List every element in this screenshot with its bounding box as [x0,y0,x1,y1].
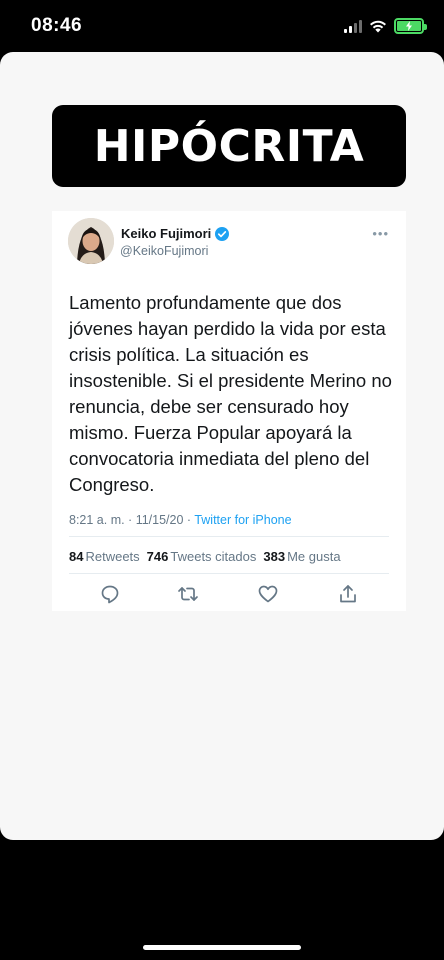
like-icon [258,585,278,603]
retweets-count: 84 [69,549,84,564]
battery-fill [397,21,421,31]
reply-icon [101,585,119,604]
author-name[interactable]: Keiko Fujimori [121,226,230,241]
quotes-count: 746 [146,549,169,564]
tweet-actions [52,583,406,607]
retweets-label: Retweets [85,549,140,564]
retweet-icon [178,587,198,601]
tweet-meta: 8:21 a. m. · 11/15/20 · Twitter for iPho… [69,513,292,527]
share-button[interactable] [337,583,359,605]
tweet-text: Lamento profundamente que dos jóvenes ha… [69,292,392,495]
tweet-card[interactable]: Keiko Fujimori @KeikoFujimori ••• Lament… [52,211,406,611]
quotes-label: Tweets citados [170,549,257,564]
headline-banner: HIPÓCRITA [52,105,406,187]
signal-icon [344,19,362,33]
avatar[interactable] [68,218,114,264]
likes-label: Me gusta [287,549,341,564]
reply-button[interactable] [99,583,121,605]
avatar-photo [68,218,114,264]
status-time: 08:46 [31,15,83,36]
author-name-text: Keiko Fujimori [121,226,212,241]
likes-count: 383 [263,549,286,564]
more-options-icon[interactable]: ••• [372,226,389,241]
divider [69,573,389,574]
wifi-icon [370,20,386,33]
battery-icon [394,18,427,34]
author-handle[interactable]: @KeikoFujimori [120,244,208,258]
home-indicator[interactable] [143,945,301,950]
divider [69,536,389,537]
charging-bolt-icon [406,21,412,31]
share-icon [340,585,356,603]
status-icons [344,17,427,35]
retweet-button[interactable] [177,583,199,605]
headline-text: HIPÓCRITA [93,120,365,172]
stats-row: 84 Retweets 746 Tweets citados 383 Me gusta [69,549,341,564]
likes-stat[interactable]: 383 Me gusta [263,549,340,564]
status-bar: 08:46 [0,0,444,52]
tweet-source-link[interactable]: Twitter for iPhone [194,513,291,527]
tweet-timestamp: 8:21 a. m. · 11/15/20 · [69,513,195,527]
like-button[interactable] [257,583,279,605]
retweets-stat[interactable]: 84 Retweets [69,549,140,564]
quotes-stat[interactable]: 746 Tweets citados [147,549,257,564]
verified-badge-icon [215,226,230,241]
